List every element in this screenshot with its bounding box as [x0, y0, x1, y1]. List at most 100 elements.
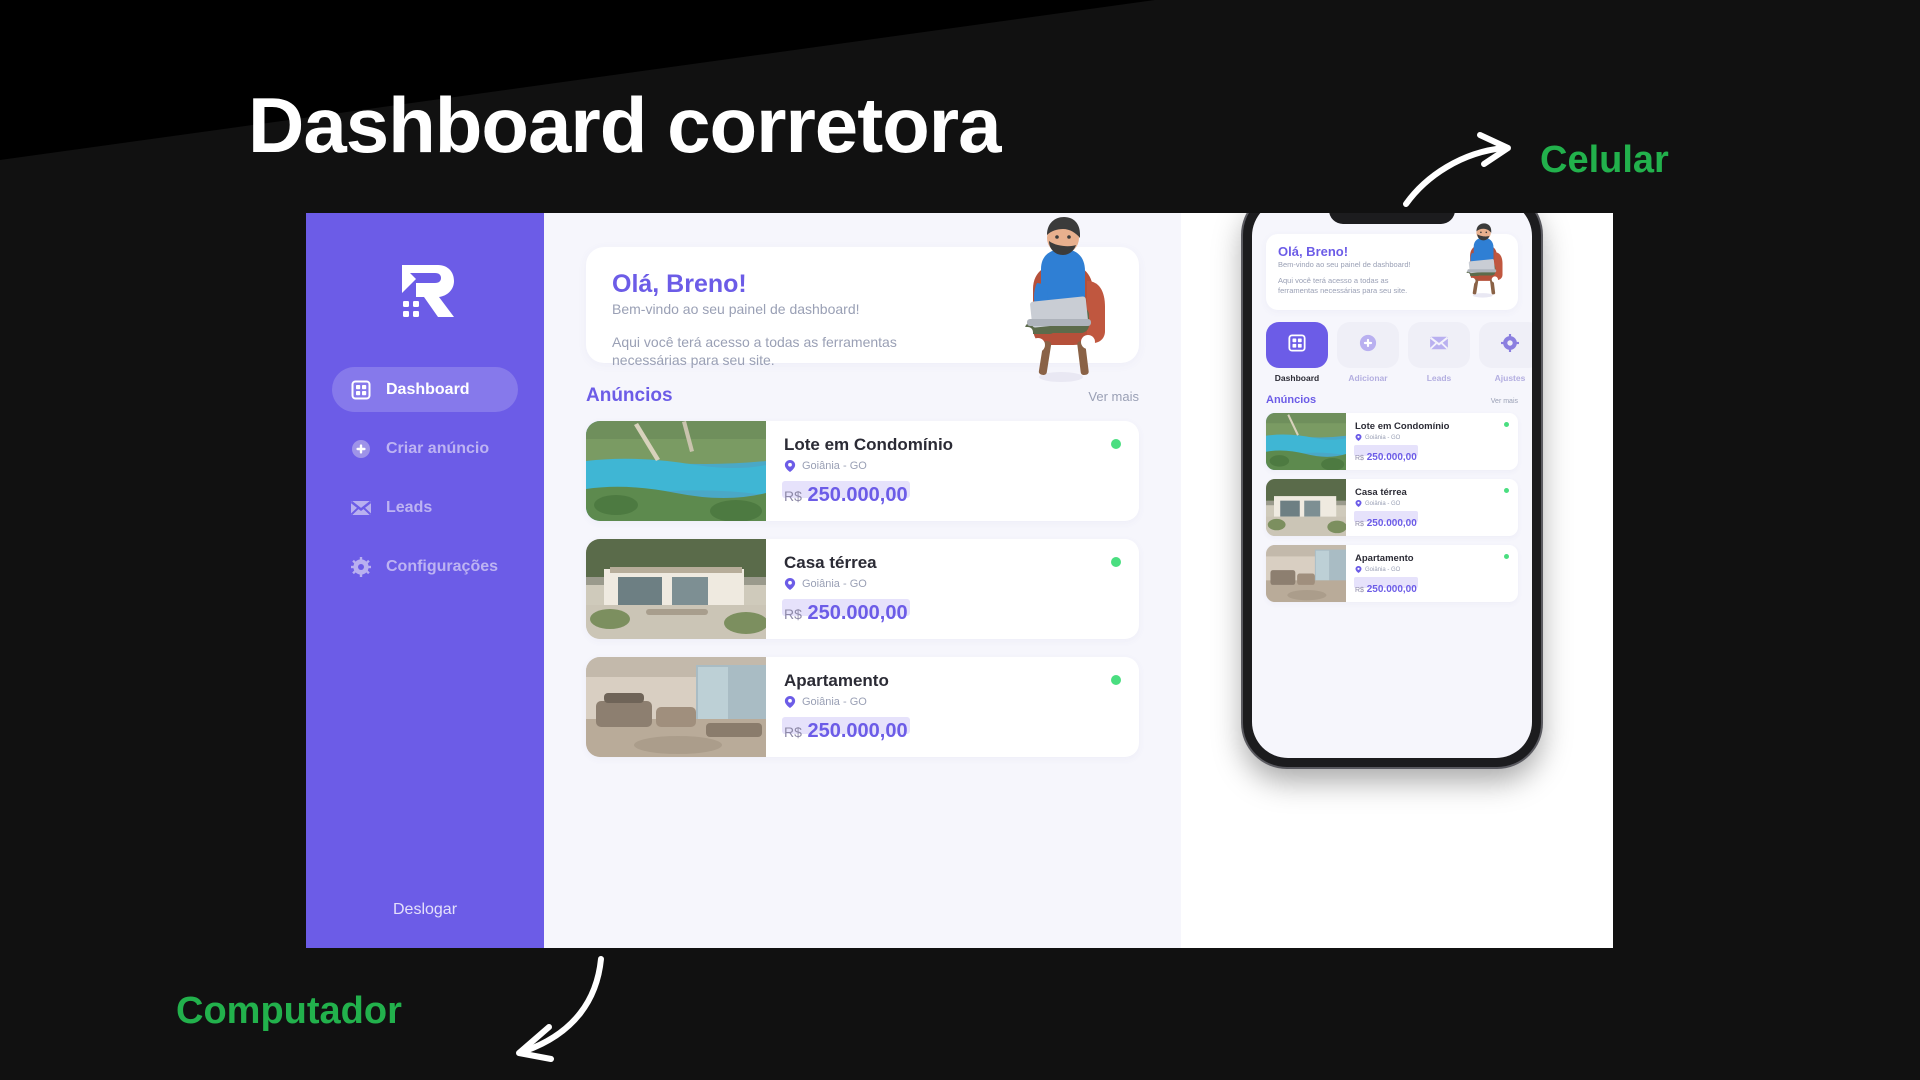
mobile-nav-item-ajustes[interactable]: Ajustes	[1479, 322, 1532, 383]
mobile-listing-price-wrap: R$ 250.000,00	[1354, 511, 1418, 531]
mobile-listing-card[interactable]: Apartamento Goiânia - GO R$ 250.000,00	[1266, 545, 1518, 602]
listing-price-wrap: R$ 250.000,00	[782, 717, 910, 743]
listing-price: R$ 250.000,00	[784, 602, 908, 624]
listing-thumbnail-house	[1266, 479, 1346, 536]
listing-thumbnail-aerial-lake	[1266, 413, 1346, 470]
listing-title: Casa térrea	[784, 553, 877, 572]
sidebar-item-dashboard[interactable]: Dashboard	[332, 367, 518, 412]
logout-button[interactable]: Deslogar	[306, 901, 544, 919]
listing-card[interactable]: Apartamento Goiânia - GO R$ 250.000,00	[586, 657, 1139, 757]
mobile-listing-location: Goiânia - GO	[1355, 566, 1509, 573]
listings-section-header: Anúncios Ver mais	[586, 385, 1139, 407]
plus-circle-icon	[350, 438, 372, 460]
mobile-nav: Dashboard Adicionar Leads Ajustes	[1266, 322, 1532, 383]
mobile-listing-location-text: Goiânia - GO	[1365, 500, 1401, 507]
price-value: 250.000,00	[807, 484, 908, 506]
mobile-listing-card[interactable]: Lote em Condomínio Goiânia - GO R$ 250.0…	[1266, 413, 1518, 470]
sidebar-item-leads[interactable]: Leads	[332, 485, 518, 530]
location-pin-icon	[1355, 566, 1362, 573]
location-pin-icon	[1355, 500, 1362, 507]
phone-screen: Olá, Breno! Bem-vindo ao seu painel de d…	[1252, 213, 1532, 758]
sidebar-item-label: Criar anúncio	[386, 439, 490, 457]
welcome-description: Aqui você terá acesso a todas as ferrame…	[612, 333, 897, 369]
listing-title: Lote em Condomínio	[784, 435, 954, 454]
mobile-listing-card[interactable]: Casa térrea Goiânia - GO R$ 250.000,00	[1266, 479, 1518, 536]
price-value: 250.000,00	[807, 720, 908, 742]
mobile-listing-price: R$ 250.000,00	[1355, 518, 1417, 529]
price-value: 250.000,00	[1366, 452, 1417, 463]
status-badge	[1504, 422, 1509, 427]
see-more-link[interactable]: Ver mais	[1088, 389, 1139, 404]
mobile-listing-price: R$ 250.000,00	[1355, 452, 1417, 463]
currency-symbol: R$	[784, 724, 802, 740]
currency-symbol: R$	[784, 488, 802, 504]
listing-body: Apartamento Goiânia - GO R$ 250.000,00	[766, 657, 1139, 757]
mobile-nav-item-adicionar[interactable]: Adicionar	[1337, 322, 1399, 383]
grid-icon	[350, 379, 372, 401]
mobile-listing-price: R$ 250.000,00	[1355, 584, 1417, 595]
page-title: Dashboard corretora	[248, 81, 1002, 169]
mobile-nav-box	[1337, 322, 1399, 368]
phone-mockup: Olá, Breno! Bem-vindo ao seu painel de d…	[1243, 213, 1541, 767]
price-value: 250.000,00	[807, 602, 908, 624]
currency-symbol: R$	[1355, 455, 1364, 462]
mobile-listing-price-wrap: R$ 250.000,00	[1354, 445, 1418, 465]
sidebar-item-label: Leads	[386, 498, 433, 516]
listing-body: Casa térrea Goiânia - GO R$ 250.000,00	[766, 539, 1139, 639]
mobile-listing-body: Apartamento Goiânia - GO R$ 250.000,00	[1346, 545, 1518, 602]
mobile-see-more-link[interactable]: Ver mais	[1491, 398, 1518, 405]
listing-card[interactable]: Casa térrea Goiânia - GO R$ 250.000,00	[586, 539, 1139, 639]
listing-body: Lote em Condomínio Goiânia - GO R$ 250.0…	[766, 421, 1139, 521]
mobile-nav-box	[1266, 322, 1328, 368]
person-with-laptop-illustration	[1015, 217, 1105, 382]
listing-title: Apartamento	[784, 671, 889, 690]
status-badge	[1111, 675, 1121, 685]
mobile-nav-label: Ajustes	[1494, 373, 1526, 383]
listing-location-text: Goiânia - GO	[802, 696, 867, 708]
listings-section-title: Anúncios	[586, 385, 673, 406]
mobile-nav-box	[1408, 322, 1470, 368]
mobile-listing-title: Apartamento	[1355, 553, 1414, 564]
gear-icon	[1501, 333, 1519, 357]
mobile-listing-location-text: Goiânia - GO	[1365, 434, 1401, 441]
mobile-listing-location-text: Goiânia - GO	[1365, 566, 1401, 573]
mobile-nav-label: Leads	[1426, 373, 1452, 383]
mobile-nav-label: Adicionar	[1348, 373, 1388, 383]
mobile-nav-item-dashboard[interactable]: Dashboard	[1266, 322, 1328, 383]
mobile-listing-location: Goiânia - GO	[1355, 500, 1509, 507]
location-pin-icon	[1355, 434, 1362, 441]
status-badge	[1111, 557, 1121, 567]
plus-circle-icon	[1359, 334, 1377, 357]
mobile-listing-title: Lote em Condomínio	[1355, 421, 1450, 432]
price-value: 250.000,00	[1366, 584, 1417, 595]
app-screenshot: Dashboard Criar anúncio Leads Configuraç…	[306, 213, 1613, 948]
mobile-preview-pane: Olá, Breno! Bem-vindo ao seu painel de d…	[1181, 213, 1613, 948]
currency-symbol: R$	[1355, 587, 1364, 594]
desktop-main-content: Olá, Breno! Bem-vindo ao seu painel de d…	[544, 213, 1181, 948]
listing-price: R$ 250.000,00	[784, 484, 908, 506]
location-pin-icon	[784, 460, 796, 472]
listing-thumbnail-house	[586, 539, 766, 639]
mobile-nav-item-leads[interactable]: Leads	[1408, 322, 1470, 383]
sidebar-item-configuracoes[interactable]: Configurações	[332, 544, 518, 589]
grid-icon	[1288, 333, 1306, 357]
listing-location: Goiânia - GO	[784, 460, 1121, 472]
currency-symbol: R$	[784, 606, 802, 622]
sidebar-item-label: Configurações	[386, 557, 499, 575]
listing-price-wrap: R$ 250.000,00	[782, 481, 910, 507]
mobile-nav-box	[1479, 322, 1532, 368]
listing-thumbnail-aerial-lake	[586, 421, 766, 521]
price-value: 250.000,00	[1366, 518, 1417, 529]
mobile-listing-body: Lote em Condomínio Goiânia - GO R$ 250.0…	[1346, 413, 1518, 470]
status-badge	[1111, 439, 1121, 449]
sidebar: Dashboard Criar anúncio Leads Configuraç…	[306, 213, 544, 948]
mobile-listing-price-wrap: R$ 250.000,00	[1354, 577, 1418, 597]
annotation-desktop-label: Computador	[176, 990, 402, 1032]
listing-location-text: Goiânia - GO	[802, 578, 867, 590]
currency-symbol: R$	[1355, 521, 1364, 528]
sidebar-item-criar-anuncio[interactable]: Criar anúncio	[332, 426, 518, 471]
listing-card[interactable]: Lote em Condomínio Goiânia - GO R$ 250.0…	[586, 421, 1139, 521]
phone-notch	[1329, 213, 1455, 224]
mobile-listing-title: Casa térrea	[1355, 487, 1407, 498]
person-with-laptop-illustration	[1462, 223, 1503, 298]
